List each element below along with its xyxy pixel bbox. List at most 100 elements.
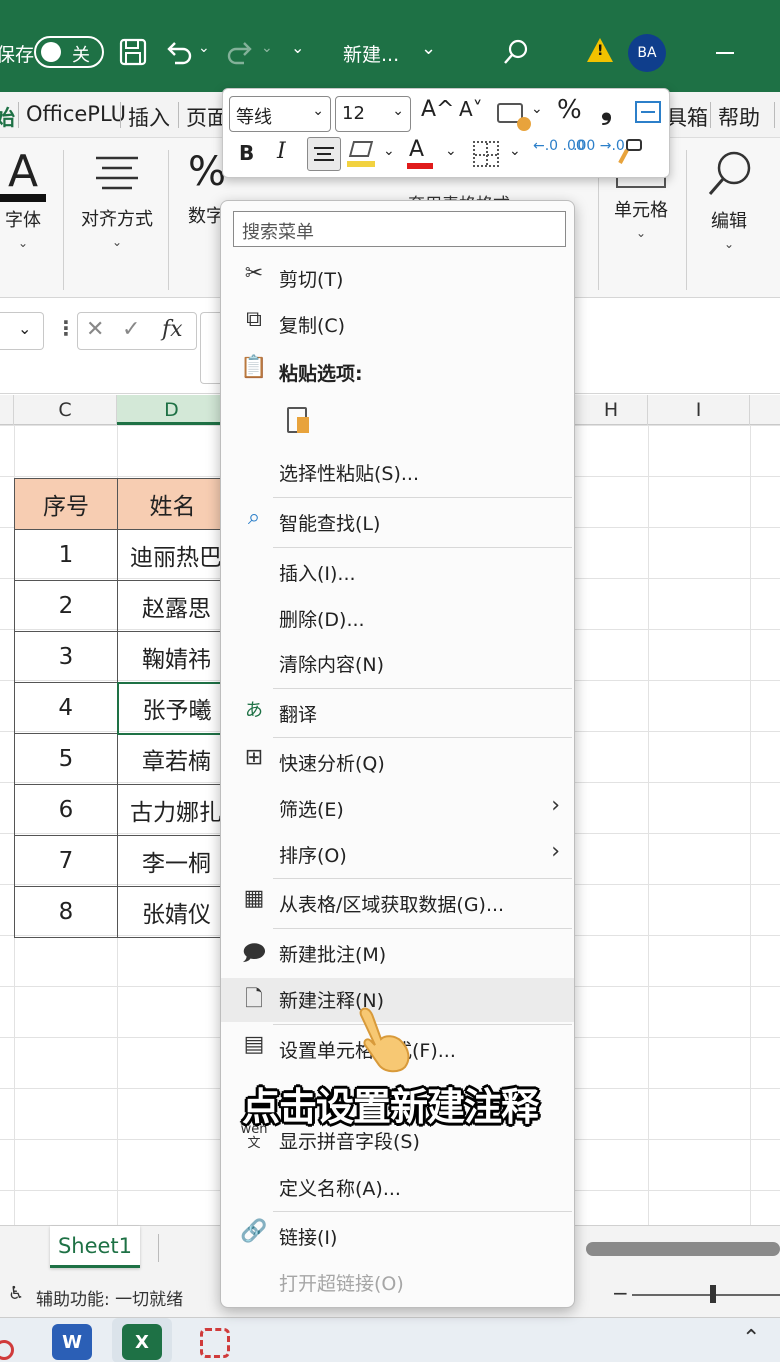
zoom-out-icon[interactable]: − <box>612 1281 629 1305</box>
index-cell[interactable]: 7 <box>14 835 118 887</box>
zoom-slider[interactable] <box>632 1294 780 1296</box>
name-cell[interactable]: 章若楠 <box>117 733 228 785</box>
tab-home[interactable]: 始 <box>0 102 15 132</box>
enter-icon[interactable]: ✓ <box>122 317 140 342</box>
accounting-chevron-icon[interactable]: ⌄ <box>531 101 543 117</box>
borders-chevron-icon[interactable]: ⌄ <box>509 143 521 159</box>
tray-chevron-icon[interactable]: ⌃ <box>742 1326 760 1351</box>
fill-color-chevron-icon[interactable]: ⌄ <box>383 143 395 159</box>
col-header-h[interactable]: H <box>575 395 648 425</box>
edit-group[interactable]: 编辑 ⌄ <box>700 148 758 251</box>
italic-icon[interactable]: I <box>277 139 286 164</box>
menu-item-smart-lookup[interactable]: ⌕ 智能查找(L) <box>221 501 574 543</box>
index-cell[interactable]: 8 <box>14 886 118 938</box>
menu-item-insert[interactable]: 插入(I)... <box>221 551 574 593</box>
sheet-tab-sheet1[interactable]: Sheet1 <box>50 1226 140 1268</box>
warning-icon[interactable]: ! <box>587 38 613 62</box>
menu-item-link[interactable]: 🔗 链接(I) <box>221 1215 574 1257</box>
name-cell[interactable]: 迪丽热巴 <box>117 529 228 581</box>
col-header-i[interactable]: I <box>648 395 750 425</box>
center-align-icon[interactable] <box>307 137 341 171</box>
index-cell[interactable]: 3 <box>14 631 118 683</box>
document-title[interactable]: 新建... <box>343 40 399 67</box>
start-partial-icon[interactable] <box>0 1340 14 1360</box>
tab-officeplus[interactable]: OfficePLU <box>26 102 126 126</box>
font-group[interactable]: A 字体 ⌄ <box>0 150 46 250</box>
format-painter-icon[interactable] <box>615 137 645 169</box>
cells-group[interactable]: 单元格 ⌄ <box>608 168 674 240</box>
cancel-icon[interactable]: ✕ <box>86 317 104 342</box>
insert-function-icon[interactable]: fx <box>162 317 183 342</box>
paste-button[interactable] <box>281 401 317 441</box>
redo-icon[interactable] <box>226 37 256 67</box>
col-header-d[interactable]: D <box>117 395 227 425</box>
name-cell[interactable]: 张婧仪 <box>117 886 228 938</box>
word-icon[interactable]: W <box>52 1324 92 1360</box>
shrink-font-icon[interactable]: A˅ <box>459 97 483 121</box>
index-cell[interactable]: 4 <box>14 682 118 734</box>
menu-item-sort[interactable]: 排序(O) › <box>221 833 574 875</box>
tab-help[interactable]: 帮助 <box>718 102 760 132</box>
comma-style-icon[interactable]: ❟ <box>601 93 612 127</box>
redo-dropdown-icon[interactable]: ⌄ <box>261 40 273 56</box>
menu-item-translate[interactable]: あ 翻译 <box>221 692 574 734</box>
title-dropdown-icon[interactable]: ⌄ <box>421 38 436 59</box>
font-color-icon[interactable]: A <box>409 137 424 162</box>
index-cell[interactable]: 1 <box>14 529 118 581</box>
menu-item-new-comment[interactable]: 🗩 新建批注(M) <box>221 932 574 974</box>
accessibility-status[interactable]: 辅助功能: 一切就绪 <box>36 1285 183 1310</box>
col-header-c[interactable]: C <box>14 395 117 425</box>
zoom-slider-thumb[interactable] <box>710 1285 716 1303</box>
col-header-b[interactable] <box>0 395 14 425</box>
autosave-toggle[interactable]: 关 <box>34 36 104 68</box>
name-cell[interactable]: 鞠婧祎 <box>117 631 228 683</box>
save-icon[interactable] <box>118 37 148 67</box>
font-name-select[interactable]: 等线 ⌄ <box>229 96 331 132</box>
tab-toolbox[interactable]: 工具箱 <box>668 102 708 132</box>
horizontal-scrollbar[interactable] <box>586 1242 780 1256</box>
name-cell[interactable]: 赵露思 <box>117 580 228 632</box>
index-cell[interactable]: 5 <box>14 733 118 785</box>
menu-search-input[interactable]: 搜索菜单 <box>233 211 566 247</box>
avatar[interactable]: BA <box>628 34 666 72</box>
menu-item-copy[interactable]: ⧉ 复制(C) <box>221 303 574 345</box>
menu-item-clear[interactable]: 清除内容(N) <box>221 642 574 684</box>
name-cell[interactable]: 古力娜扎 <box>117 784 228 836</box>
name-box-chevron-icon[interactable]: ⌄ <box>18 319 31 338</box>
index-cell[interactable]: 6 <box>14 784 118 836</box>
align-group[interactable]: 对齐方式 ⌄ <box>74 154 160 249</box>
font-size-select[interactable]: 12 ⌄ <box>335 96 411 132</box>
header-cell-index[interactable]: 序号 <box>14 478 118 530</box>
name-box[interactable]: ⌄ <box>0 312 44 350</box>
menu-item-filter[interactable]: 筛选(E) › <box>221 787 574 829</box>
name-cell[interactable]: 李一桐 <box>117 835 228 887</box>
index-cell[interactable]: 2 <box>14 580 118 632</box>
snipping-tool-icon[interactable] <box>200 1328 230 1358</box>
excel-icon[interactable]: X <box>122 1324 162 1360</box>
merge-center-icon[interactable] <box>635 101 661 123</box>
fill-color-icon[interactable] <box>348 141 374 157</box>
percent-style-icon[interactable]: % <box>557 95 582 125</box>
menu-item-delete[interactable]: 删除(D)... <box>221 597 574 639</box>
formula-bar-dots-icon[interactable]: ⋮ <box>56 316 76 340</box>
formula-input[interactable] <box>200 312 222 384</box>
accessibility-icon[interactable]: ♿ <box>8 1283 24 1304</box>
borders-icon[interactable] <box>473 141 499 167</box>
menu-item-paste-special[interactable]: 选择性粘贴(S)... <box>221 451 574 493</box>
minimize-icon[interactable] <box>716 52 734 54</box>
active-cell[interactable]: 张予曦 <box>116 681 229 735</box>
menu-item-get-data[interactable]: ▦ 从表格/区域获取数据(G)... <box>221 882 574 924</box>
bold-icon[interactable]: B <box>239 141 254 165</box>
accounting-format-icon[interactable] <box>497 103 531 131</box>
menu-item-define-name[interactable]: 定义名称(A)... <box>221 1166 574 1208</box>
undo-icon[interactable] <box>163 37 193 67</box>
header-cell-name[interactable]: 姓名 <box>117 478 228 530</box>
menu-item-cut[interactable]: ✂ 剪切(T) <box>221 257 574 299</box>
menu-item-quick-analysis[interactable]: ⊞ 快速分析(Q) <box>221 741 574 783</box>
tab-insert[interactable]: 插入 <box>128 102 170 132</box>
search-icon[interactable] <box>502 38 530 66</box>
grow-font-icon[interactable]: A^ <box>421 97 454 122</box>
font-color-chevron-icon[interactable]: ⌄ <box>445 143 457 159</box>
undo-dropdown-icon[interactable]: ⌄ <box>198 40 210 56</box>
customize-qat-icon[interactable]: ⌄ <box>291 38 304 57</box>
